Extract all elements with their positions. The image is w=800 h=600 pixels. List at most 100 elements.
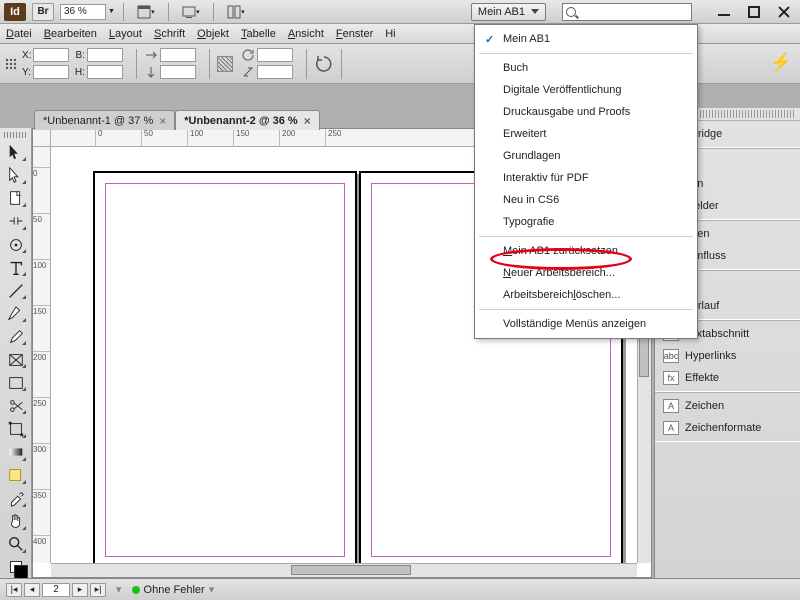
y-field[interactable] bbox=[33, 65, 69, 79]
tool-line[interactable] bbox=[4, 280, 28, 301]
x-field[interactable] bbox=[33, 48, 69, 62]
page-left[interactable] bbox=[93, 171, 357, 563]
prev-page-button[interactable]: ◂ bbox=[24, 583, 40, 597]
rotate-field[interactable] bbox=[257, 48, 293, 62]
ruler-tick: 250 bbox=[325, 129, 341, 147]
horizontal-scrollbar[interactable] bbox=[51, 563, 637, 577]
scale-y-field[interactable] bbox=[160, 65, 196, 79]
workspace-menu-item[interactable]: Neuer Arbeitsbereich... bbox=[477, 262, 695, 284]
scale-x-icon bbox=[144, 48, 158, 62]
fill-stroke-swatch[interactable] bbox=[4, 557, 28, 578]
tool-pencil[interactable] bbox=[4, 326, 28, 347]
panel-zeichen[interactable]: AZeichen bbox=[655, 395, 800, 417]
last-page-button[interactable]: ▸| bbox=[90, 583, 106, 597]
arrange-docs-icon[interactable]: ▾ bbox=[222, 3, 250, 21]
workspace-menu-item[interactable]: Buch bbox=[477, 57, 695, 79]
tool-scissors[interactable] bbox=[4, 395, 28, 416]
panel-effekte[interactable]: fxEffekte bbox=[655, 367, 800, 389]
close-button[interactable] bbox=[778, 6, 790, 18]
workspace-menu-item[interactable]: Arbeitsbereich löschen... bbox=[477, 284, 695, 306]
menu-hilfe[interactable]: Hi bbox=[385, 28, 395, 40]
first-page-button[interactable]: |◂ bbox=[6, 583, 22, 597]
workspace-label: Mein AB1 bbox=[478, 6, 525, 18]
workspace-menu-item[interactable]: Typografie bbox=[477, 211, 695, 233]
margin-guide bbox=[105, 183, 345, 557]
tab-label: *Unbenannt-2 @ 36 % bbox=[184, 115, 297, 127]
quick-apply-icon[interactable]: ⚡ bbox=[770, 52, 792, 73]
tool-rect[interactable] bbox=[4, 372, 28, 393]
workspace-menu: Mein AB1 BuchDigitale VeröffentlichungDru… bbox=[474, 24, 698, 339]
search-input[interactable] bbox=[579, 5, 679, 19]
tool-direct[interactable] bbox=[4, 165, 28, 186]
tool-rect-frame[interactable] bbox=[4, 349, 28, 370]
menu-fenster[interactable]: Fenster bbox=[336, 28, 373, 40]
ruler-tick: 50 bbox=[33, 213, 51, 224]
menu-datei[interactable]: Datei bbox=[6, 28, 32, 40]
workspace-menu-item[interactable]: Digitale Veröffentlichung bbox=[477, 79, 695, 101]
width-field[interactable] bbox=[87, 48, 123, 62]
tool-gradient[interactable] bbox=[4, 442, 28, 463]
document-tab[interactable]: *Unbenannt-1 @ 37 % × bbox=[34, 110, 175, 130]
tool-type[interactable] bbox=[4, 257, 28, 278]
status-bar: |◂ ◂ ▸ ▸| ▾ Ohne Fehler ▾ bbox=[0, 578, 800, 600]
zoom-input[interactable] bbox=[60, 4, 106, 20]
tool-gap[interactable] bbox=[4, 211, 28, 232]
vertical-ruler[interactable]: 050100150200250300350400 bbox=[33, 147, 51, 563]
tab-close-icon[interactable]: × bbox=[304, 114, 311, 128]
titlebar: Id Br ▼ ▾ ▾ ▾ Mein AB1 bbox=[0, 0, 800, 24]
tool-transform[interactable] bbox=[4, 418, 28, 439]
workspace-menu-item[interactable]: Grundlagen bbox=[477, 145, 695, 167]
tool-zoom[interactable] bbox=[4, 534, 28, 555]
menu-tabelle[interactable]: Tabelle bbox=[241, 28, 276, 40]
workspace-menu-item[interactable]: Druckausgabe und Proofs bbox=[477, 101, 695, 123]
workspace-menu-item[interactable]: Neu in CS6 bbox=[477, 189, 695, 211]
ruler-tick: 200 bbox=[33, 351, 51, 362]
document-tab[interactable]: *Unbenannt-2 @ 36 % × bbox=[175, 110, 319, 130]
workspace-menu-item[interactable]: Mein AB1 zurücksetzen bbox=[477, 240, 695, 262]
panel-zeichenformate[interactable]: AZeichenformate bbox=[655, 417, 800, 439]
menu-schrift[interactable]: Schrift bbox=[154, 28, 185, 40]
view-options-icon[interactable]: ▾ bbox=[132, 3, 160, 21]
next-page-button[interactable]: ▸ bbox=[72, 583, 88, 597]
panel-icon: A bbox=[663, 399, 679, 413]
ruler-origin[interactable] bbox=[33, 129, 51, 147]
shear-field[interactable] bbox=[257, 65, 293, 79]
workspace-menu-item[interactable]: Interaktiv für PDF bbox=[477, 167, 695, 189]
help-search[interactable] bbox=[562, 3, 692, 21]
tool-hand[interactable] bbox=[4, 511, 28, 532]
tool-eyedrop[interactable] bbox=[4, 488, 28, 509]
tool-note[interactable] bbox=[4, 465, 28, 486]
ruler-tick: 100 bbox=[187, 129, 203, 147]
workspace-menu-item[interactable]: Vollständige Menüs anzeigen bbox=[477, 313, 695, 335]
page-field[interactable] bbox=[42, 583, 70, 597]
menu-ansicht[interactable]: Ansicht bbox=[288, 28, 324, 40]
tab-label: *Unbenannt-1 @ 37 % bbox=[43, 115, 153, 127]
menu-layout[interactable]: Layout bbox=[109, 28, 142, 40]
flip-icon[interactable] bbox=[217, 56, 233, 72]
tool-content[interactable] bbox=[4, 234, 28, 255]
menu-objekt[interactable]: Objekt bbox=[197, 28, 229, 40]
rotate-cw-icon[interactable] bbox=[314, 54, 334, 74]
screen-mode-icon[interactable]: ▾ bbox=[177, 3, 205, 21]
panel-icon: fx bbox=[663, 371, 679, 385]
bridge-button[interactable]: Br bbox=[32, 3, 54, 21]
workspace-menu-item[interactable]: Erweitert bbox=[477, 123, 695, 145]
menu-bearbeiten[interactable]: Bearbeiten bbox=[44, 28, 97, 40]
tool-arrow[interactable] bbox=[4, 142, 28, 163]
zoom-level[interactable]: ▼ bbox=[60, 4, 115, 20]
tool-page[interactable] bbox=[4, 188, 28, 209]
shear-icon bbox=[241, 65, 255, 79]
tab-close-icon[interactable]: × bbox=[159, 114, 166, 128]
panel-hyperlinks[interactable]: abcHyperlinks bbox=[655, 345, 800, 367]
document-tabs: *Unbenannt-1 @ 37 % × *Unbenannt-2 @ 36 % × bbox=[34, 108, 320, 130]
scale-x-field[interactable] bbox=[160, 48, 196, 62]
tool-pen[interactable] bbox=[4, 303, 28, 324]
ref-point-icon[interactable] bbox=[4, 57, 18, 71]
workspace-menu-item[interactable]: Mein AB1 bbox=[477, 28, 695, 50]
preflight-status[interactable]: Ohne Fehler ▾ bbox=[132, 583, 215, 596]
tools-grip-icon[interactable] bbox=[4, 132, 28, 138]
minimize-button[interactable] bbox=[718, 6, 730, 18]
height-field[interactable] bbox=[87, 65, 123, 79]
workspace-switcher[interactable]: Mein AB1 bbox=[471, 3, 546, 21]
maximize-button[interactable] bbox=[748, 6, 760, 18]
